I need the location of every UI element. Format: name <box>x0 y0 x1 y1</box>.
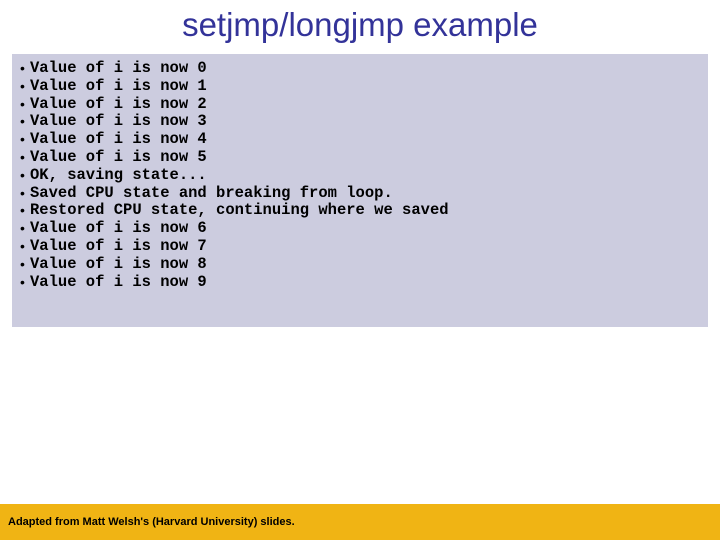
code-text: Saved CPU state and breaking from loop. <box>30 185 393 203</box>
bullet-icon: • <box>18 202 30 220</box>
code-line: • Value of i is now 1 <box>18 78 702 96</box>
code-text: Value of i is now 9 <box>30 274 207 292</box>
code-text: Value of i is now 5 <box>30 149 207 167</box>
code-line: • Value of i is now 8 <box>18 256 702 274</box>
code-line: • Value of i is now 4 <box>18 131 702 149</box>
code-text: Value of i is now 7 <box>30 238 207 256</box>
bullet-icon: • <box>18 220 30 238</box>
code-line: • Value of i is now 2 <box>18 96 702 114</box>
code-text: Value of i is now 0 <box>30 60 207 78</box>
bullet-icon: • <box>18 78 30 96</box>
code-line: • Value of i is now 5 <box>18 149 702 167</box>
code-text: OK, saving state... <box>30 167 207 185</box>
slide: setjmp/longjmp example • Value of i is n… <box>0 0 720 540</box>
code-line: • Saved CPU state and breaking from loop… <box>18 185 702 203</box>
code-text: Value of i is now 3 <box>30 113 207 131</box>
code-line: • Value of i is now 7 <box>18 238 702 256</box>
code-line: • OK, saving state... <box>18 167 702 185</box>
bullet-icon: • <box>18 96 30 114</box>
bullet-icon: • <box>18 185 30 203</box>
code-text: Value of i is now 4 <box>30 131 207 149</box>
code-line: • Value of i is now 9 <box>18 274 702 292</box>
code-text: Restored CPU state, continuing where we … <box>30 202 449 220</box>
code-line: • Value of i is now 6 <box>18 220 702 238</box>
bullet-icon: • <box>18 238 30 256</box>
code-text: Value of i is now 1 <box>30 78 207 96</box>
bullet-icon: • <box>18 274 30 292</box>
bullet-icon: • <box>18 256 30 274</box>
code-text: Value of i is now 8 <box>30 256 207 274</box>
footer-bar: Adapted from Matt Welsh's (Harvard Unive… <box>0 504 720 540</box>
slide-title: setjmp/longjmp example <box>0 0 720 54</box>
bullet-icon: • <box>18 149 30 167</box>
code-block: • Value of i is now 0 • Value of i is no… <box>12 54 708 327</box>
code-text: Value of i is now 2 <box>30 96 207 114</box>
bullet-icon: • <box>18 131 30 149</box>
code-line: • Value of i is now 0 <box>18 60 702 78</box>
bullet-icon: • <box>18 167 30 185</box>
footer-text: Adapted from Matt Welsh's (Harvard Unive… <box>8 516 295 528</box>
bullet-icon: • <box>18 60 30 78</box>
code-line: • Value of i is now 3 <box>18 113 702 131</box>
code-line: • Restored CPU state, continuing where w… <box>18 202 702 220</box>
code-text: Value of i is now 6 <box>30 220 207 238</box>
bullet-icon: • <box>18 113 30 131</box>
